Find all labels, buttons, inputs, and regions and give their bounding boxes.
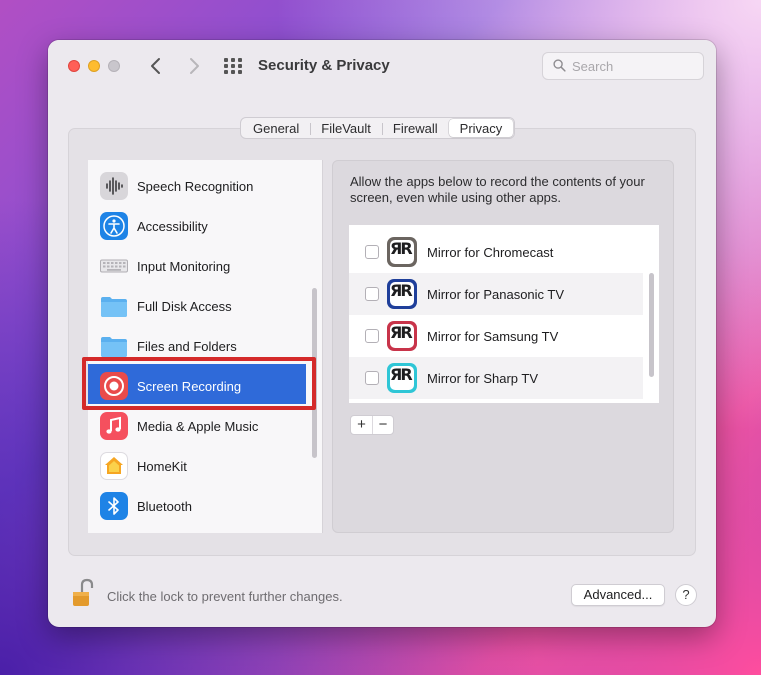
search-icon [553, 59, 566, 72]
list-scrollbar[interactable] [312, 288, 317, 458]
help-button[interactable]: ? [675, 584, 697, 606]
sidebar-item-label: HomeKit [137, 459, 187, 474]
app-name: Mirror for Sharp TV [427, 371, 539, 386]
show-all-grid-icon[interactable] [224, 58, 244, 74]
search-input[interactable] [572, 57, 697, 75]
tab-firewall[interactable]: Firewall [381, 119, 449, 137]
zoom-window-button[interactable] [108, 60, 120, 72]
app-list[interactable]: ЯR Mirror for Chromecast ЯR Mirror for P… [349, 225, 659, 403]
title-bar: Security & Privacy [48, 40, 716, 92]
accessibility-icon [100, 212, 128, 240]
app-checkbox[interactable] [365, 287, 379, 301]
app-name: Mirror for Samsung TV [427, 329, 559, 344]
window-title: Security & Privacy [258, 57, 390, 74]
close-window-button[interactable] [68, 60, 80, 72]
privacy-category-list[interactable]: Speech Recognition Accessibility Input M… [88, 160, 322, 533]
tab-bar: General FileVault Firewall Privacy [240, 117, 516, 139]
add-remove-control: + − [350, 415, 394, 435]
bluetooth-icon [100, 492, 128, 520]
forward-button[interactable] [182, 54, 206, 78]
mirror-app-icon: ЯR [387, 363, 417, 393]
sidebar-item-label: Bluetooth [137, 499, 192, 514]
tab-privacy[interactable]: Privacy [448, 119, 514, 137]
permission-description: Allow the apps below to record the conte… [350, 174, 645, 205]
home-icon [100, 452, 128, 480]
remove-app-button[interactable]: − [371, 416, 393, 434]
sidebar-item-bluetooth[interactable]: Bluetooth [88, 484, 306, 524]
add-app-button[interactable]: + [351, 416, 372, 434]
mirror-app-icon: ЯR [387, 321, 417, 351]
folder-icon [100, 332, 128, 360]
tab-filevault[interactable]: FileVault [310, 119, 382, 137]
sidebar-item-speech-recognition[interactable]: Speech Recognition [88, 164, 306, 204]
app-checkbox[interactable] [365, 371, 379, 385]
app-row-mirror-chromecast[interactable]: ЯR Mirror for Chromecast [349, 231, 643, 273]
mirror-app-icon: ЯR [387, 279, 417, 309]
security-privacy-window: Security & Privacy General FileVault Fir… [48, 40, 716, 627]
app-list-scrollbar[interactable] [649, 273, 654, 377]
sidebar-item-label: Accessibility [137, 219, 208, 234]
app-row-mirror-samsung[interactable]: ЯR Mirror for Samsung TV [349, 315, 643, 357]
record-icon [100, 372, 128, 400]
sidebar-item-label: Full Disk Access [137, 299, 232, 314]
list-divider [322, 160, 323, 533]
app-checkbox[interactable] [365, 329, 379, 343]
minimize-window-button[interactable] [88, 60, 100, 72]
sidebar-item-label: Files and Folders [137, 339, 237, 354]
sidebar-item-label: Screen Recording [137, 379, 242, 394]
back-button[interactable] [144, 54, 168, 78]
sidebar-item-full-disk-access[interactable]: Full Disk Access [88, 284, 306, 324]
chevron-right-icon [190, 58, 199, 74]
app-row-mirror-panasonic[interactable]: ЯR Mirror for Panasonic TV [349, 273, 643, 315]
sidebar-item-label: Media & Apple Music [137, 419, 259, 434]
music-note-icon [100, 412, 128, 440]
sidebar-item-input-monitoring[interactable]: Input Monitoring [88, 244, 306, 284]
folder-icon [100, 292, 128, 320]
lock-status-text: Click the lock to prevent further change… [107, 589, 343, 604]
app-row-mirror-sharp[interactable]: ЯR Mirror for Sharp TV [349, 357, 643, 399]
chevron-left-icon [151, 58, 160, 74]
sidebar-item-screen-recording[interactable]: Screen Recording [88, 364, 306, 404]
mirror-app-icon: ЯR [387, 237, 417, 267]
app-name: Mirror for Panasonic TV [427, 287, 565, 302]
permission-detail-panel: Allow the apps below to record the conte… [332, 160, 674, 533]
app-name: Mirror for Chromecast [427, 245, 554, 260]
sidebar-item-label: Input Monitoring [137, 259, 231, 274]
sidebar-item-media-apple-music[interactable]: Media & Apple Music [88, 404, 306, 444]
lock-icon[interactable] [72, 578, 94, 608]
waveform-icon [100, 172, 128, 200]
tab-general[interactable]: General [242, 119, 310, 137]
search-field[interactable] [542, 52, 704, 80]
sidebar-item-accessibility[interactable]: Accessibility [88, 204, 306, 244]
advanced-button[interactable]: Advanced... [571, 584, 665, 606]
app-checkbox[interactable] [365, 245, 379, 259]
sidebar-item-homekit[interactable]: HomeKit [88, 444, 306, 484]
keyboard-icon [100, 252, 128, 280]
sidebar-item-files-and-folders[interactable]: Files and Folders [88, 324, 306, 364]
sidebar-item-label: Speech Recognition [137, 179, 254, 194]
